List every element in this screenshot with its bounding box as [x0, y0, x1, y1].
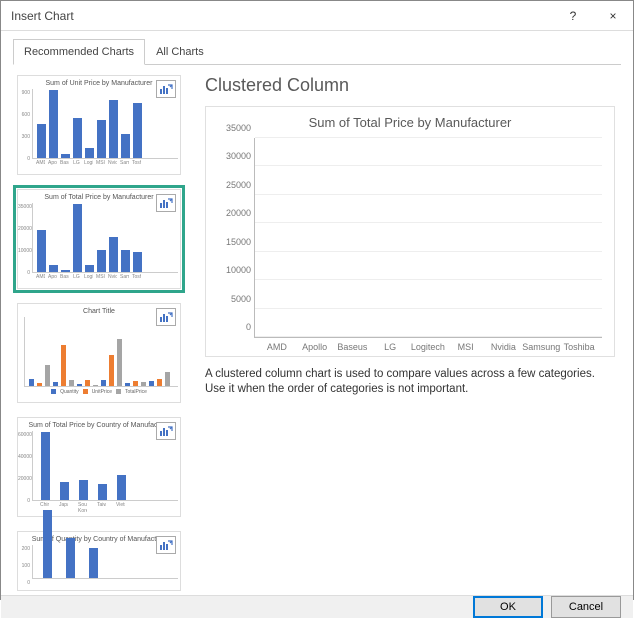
chart-description: A clustered column chart is used to comp…: [205, 367, 615, 397]
tab-recommended[interactable]: Recommended Charts: [13, 39, 145, 65]
chart-x-axis: AMDApolloBaseusLGLogitechMSINvidiaSamsun…: [254, 338, 602, 352]
mini-categories: AMDApolloBaseusLGLogitechMSINvidiaSamsun…: [32, 159, 178, 167]
preview-heading: Clustered Column: [205, 75, 615, 96]
ok-button[interactable]: OK: [473, 596, 543, 618]
mini-y-axis: 2001000: [18, 546, 30, 586]
chart-preview-pane: Clustered Column Sum of Total Price by M…: [199, 71, 621, 595]
chart-preview: Sum of Total Price by Manufacturer 05000…: [205, 106, 615, 357]
close-button[interactable]: ×: [593, 1, 633, 31]
thumbnail-title: Sum of Unit Price by Manufacturer: [20, 80, 178, 87]
cancel-button[interactable]: Cancel: [551, 596, 621, 618]
mini-categories: ChinaJapanSouth KoreaTaiwanVietnam: [32, 501, 178, 515]
chart-plot-area: 05000100001500020000250003000035000: [254, 138, 602, 338]
chart-thumbnail[interactable]: Sum of Unit Price by Manufacturer 900600…: [13, 71, 185, 179]
chart-title: Sum of Total Price by Manufacturer: [210, 115, 610, 130]
mini-y-axis: 6000040000200000: [18, 432, 30, 504]
dialog-body: Sum of Unit Price by Manufacturer 900600…: [13, 65, 621, 595]
help-button[interactable]: ?: [553, 1, 593, 31]
thumbnail-title: Chart Title: [20, 308, 178, 315]
thumbnail-title: Sum of Total Price by Country of Manufac…: [20, 422, 178, 429]
chart-thumbnail[interactable]: Sum of Total Price by Manufacturer 35000…: [13, 185, 185, 293]
mini-categories: AMDApolloBaseusLGLogitechMSINvidiaSamsun…: [32, 273, 178, 281]
titlebar: Insert Chart ? ×: [1, 1, 633, 31]
thumbnail-list[interactable]: Sum of Unit Price by Manufacturer 900600…: [13, 71, 189, 595]
mini-y-axis: 3500020000100000: [18, 204, 30, 276]
chart-thumbnail[interactable]: Sum of Quantity by Country of Manufactur…: [13, 527, 185, 595]
dialog-content: Recommended Charts All Charts Sum of Uni…: [1, 31, 633, 595]
tab-all-charts[interactable]: All Charts: [145, 39, 215, 65]
dialog-footer: OK Cancel: [1, 595, 633, 618]
chart-thumbnail[interactable]: Chart Title QuantityUnitPriceTotalPrice: [13, 299, 185, 407]
thumbnail-title: Sum of Total Price by Manufacturer: [20, 194, 178, 201]
mini-chart: [32, 431, 178, 501]
mini-chart: [24, 317, 178, 387]
mini-chart: [32, 545, 178, 579]
insert-chart-dialog: Insert Chart ? × Recommended Charts All …: [0, 0, 634, 600]
chart-thumbnail[interactable]: Sum of Total Price by Country of Manufac…: [13, 413, 185, 521]
mini-chart: [32, 203, 178, 273]
mini-legend: QuantityUnitPriceTotalPrice: [20, 389, 178, 395]
mini-chart: [32, 89, 178, 159]
tab-strip: Recommended Charts All Charts: [13, 39, 621, 65]
mini-y-axis: 9006003000: [18, 90, 30, 162]
dialog-title: Insert Chart: [11, 9, 553, 23]
